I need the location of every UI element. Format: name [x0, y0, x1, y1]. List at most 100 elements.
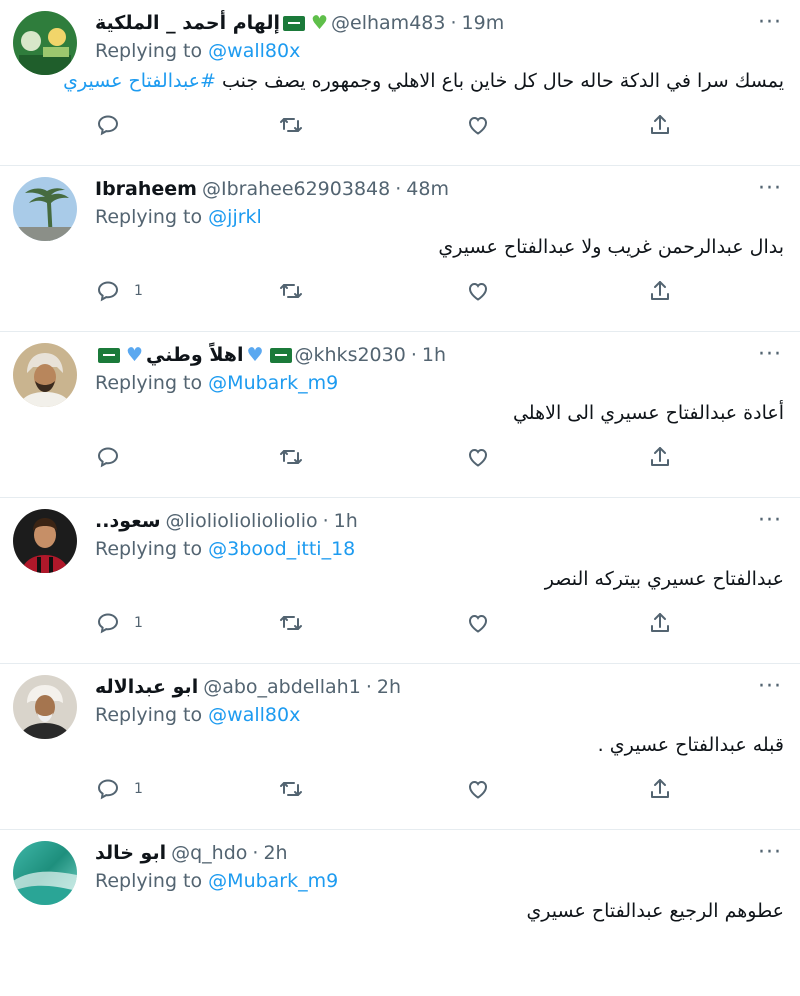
action-bar: 1	[96, 610, 676, 636]
blue-heart-icon: ♥	[126, 344, 144, 366]
reply-button[interactable]	[96, 444, 134, 470]
user-handle[interactable]: @liolioliolioliolio	[166, 510, 318, 532]
like-button[interactable]	[466, 278, 490, 304]
reply-button[interactable]: 1	[96, 610, 143, 636]
retweet-icon	[280, 616, 302, 630]
retweet-icon	[280, 118, 302, 132]
like-button[interactable]	[466, 776, 490, 802]
reply-to-link[interactable]: @Mubark_m9	[208, 870, 338, 892]
like-icon	[468, 780, 488, 799]
tweet-text: بدال عبدالرحمن غريب ولا عبدالفتاح عسيري	[438, 236, 784, 258]
display-name[interactable]: ابو خالد	[95, 842, 166, 864]
tweet-text: عطوهم الرجيع عبدالفتاح عسيري	[526, 900, 784, 922]
reply-to-link[interactable]: @jjrkl	[208, 206, 262, 228]
share-button[interactable]	[648, 776, 672, 802]
replying-label: Replying to	[95, 870, 203, 892]
tweet-text-body: أعادة عبدالفتاح عسيري الى الاهلي	[512, 402, 784, 424]
reply-to-link[interactable]: @3bood_itti_18	[208, 538, 355, 560]
user-handle[interactable]: @abo_abdellah1	[203, 676, 361, 698]
avatar[interactable]	[13, 675, 77, 739]
avatar[interactable]	[13, 841, 77, 905]
user-handle[interactable]: @elham483	[331, 12, 445, 34]
retweet-icon	[280, 284, 302, 298]
reply-to-link[interactable]: @wall80x	[208, 704, 300, 726]
share-icon	[651, 613, 669, 632]
tweet[interactable]: ابو عبدالاله @abo_abdellah1 · 2h ··· Rep…	[0, 664, 800, 830]
retweet-button[interactable]	[279, 444, 303, 470]
share-button[interactable]	[648, 278, 672, 304]
tweet[interactable]: إلهام أحمد _ الملكية ♥ @elham483 · 19m ·…	[0, 0, 800, 166]
more-icon[interactable]: ···	[758, 342, 782, 367]
like-button[interactable]	[466, 112, 490, 138]
more-icon[interactable]: ···	[758, 674, 782, 699]
action-bar: 1	[96, 776, 676, 802]
user-handle[interactable]: @khks2030	[295, 344, 406, 366]
tweet[interactable]: Ibraheem @Ibrahee62903848 · 48m ··· Repl…	[0, 166, 800, 332]
like-button[interactable]	[466, 610, 490, 636]
avatar[interactable]	[13, 11, 77, 75]
reply-to-link[interactable]: @Mubark_m9	[208, 372, 338, 394]
more-icon[interactable]: ···	[758, 176, 782, 201]
tweet-text: عبدالفتاح عسيري بيتركه النصر	[545, 568, 784, 590]
reply-icon	[97, 613, 119, 634]
separator-dot: ·	[450, 12, 457, 34]
like-icon	[468, 448, 488, 467]
timestamp[interactable]: 2h	[377, 676, 401, 698]
share-button[interactable]	[648, 610, 672, 636]
share-icon	[651, 447, 669, 466]
replying-label: Replying to	[95, 538, 203, 560]
display-name[interactable]: Ibraheem	[95, 178, 197, 200]
timestamp[interactable]: 19m	[462, 12, 505, 34]
replying-to: Replying to @jjrkl	[95, 206, 262, 228]
reply-count: 1	[134, 283, 143, 299]
share-icon	[651, 115, 669, 134]
tweet[interactable]: ..سعود @liolioliolioliolio · 1h ··· Repl…	[0, 498, 800, 664]
reply-icon	[97, 447, 119, 468]
reply-button[interactable]	[96, 112, 134, 138]
replying-label: Replying to	[95, 206, 203, 228]
reply-button[interactable]: 1	[96, 278, 143, 304]
avatar[interactable]	[13, 509, 77, 573]
replying-to: Replying to @wall80x	[95, 40, 300, 62]
tweet[interactable]: ♥ اهلاً وطني ♥ @khks2030 · 1h ··· Replyi…	[0, 332, 800, 498]
avatar[interactable]	[13, 177, 77, 241]
hashtag-link[interactable]: #عبدالفتاح عسيري	[63, 70, 216, 92]
reply-button[interactable]: 1	[96, 776, 143, 802]
more-icon[interactable]: ···	[758, 840, 782, 865]
reply-to-link[interactable]: @wall80x	[208, 40, 300, 62]
tweet-text-body: بدال عبدالرحمن غريب ولا عبدالفتاح عسيري	[438, 236, 784, 258]
separator-dot: ·	[365, 676, 372, 698]
display-name[interactable]: اهلاً وطني	[146, 344, 243, 366]
reply-count: 1	[134, 615, 143, 631]
retweet-button[interactable]	[279, 776, 303, 802]
replying-label: Replying to	[95, 40, 203, 62]
blue-heart-icon: ♥	[246, 344, 264, 366]
timestamp[interactable]: 1h	[334, 510, 358, 532]
user-handle[interactable]: @Ibrahee62903848	[202, 178, 390, 200]
timestamp[interactable]: 48m	[406, 178, 449, 200]
more-icon[interactable]: ···	[758, 508, 782, 533]
display-name[interactable]: ..سعود	[95, 510, 161, 532]
separator-dot: ·	[395, 178, 402, 200]
share-button[interactable]	[648, 444, 672, 470]
user-handle[interactable]: @q_hdo	[171, 842, 247, 864]
tweet[interactable]: ابو خالد @q_hdo · 2h ··· Replying to @Mu…	[0, 830, 800, 996]
retweet-button[interactable]	[279, 278, 303, 304]
replying-to: Replying to @wall80x	[95, 704, 300, 726]
avatar[interactable]	[13, 343, 77, 407]
action-bar	[96, 444, 676, 470]
display-name[interactable]: إلهام أحمد _ الملكية	[95, 12, 280, 34]
retweet-button[interactable]	[279, 610, 303, 636]
separator-dot: ·	[252, 842, 259, 864]
more-icon[interactable]: ···	[758, 10, 782, 35]
replying-to: Replying to @3bood_itti_18	[95, 538, 355, 560]
display-name[interactable]: ابو عبدالاله	[95, 676, 198, 698]
share-button[interactable]	[648, 112, 672, 138]
action-bar	[96, 112, 676, 138]
replying-to: Replying to @Mubark_m9	[95, 870, 338, 892]
retweet-button[interactable]	[279, 112, 303, 138]
tweet-text-body: يمسك سرا في الدكة حاله حال كل خاين باع ا…	[215, 70, 784, 92]
like-button[interactable]	[466, 444, 490, 470]
timestamp[interactable]: 2h	[263, 842, 287, 864]
timestamp[interactable]: 1h	[422, 344, 446, 366]
